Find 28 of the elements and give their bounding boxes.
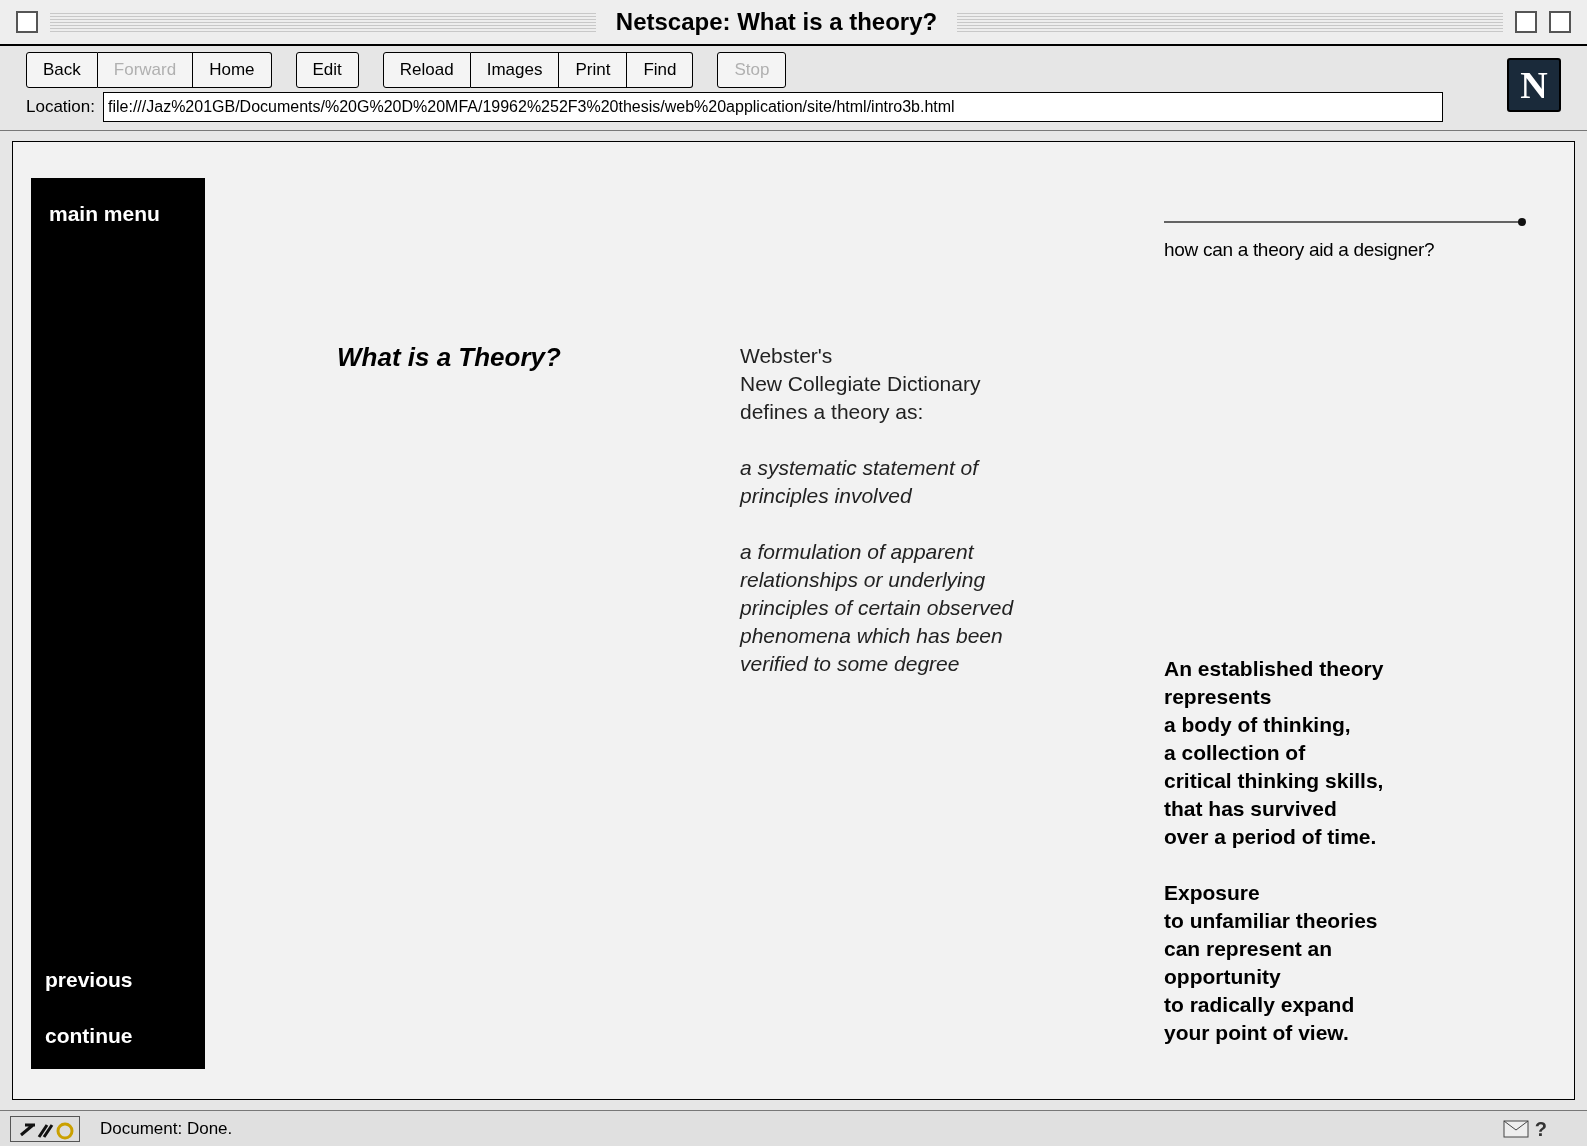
collapse-box-icon[interactable] [1549, 11, 1571, 33]
security-key-icon[interactable] [10, 1115, 80, 1142]
location-field[interactable]: file:///Jaz%201GB/Documents/%20G%20D%20MFA/19962%252F3%20thesis/web%20application/site/html/intro3b.html [103, 92, 1443, 122]
main-menu-link[interactable]: main menu [49, 198, 191, 230]
aside-paragraph: Exposure to unfamiliar theories can represent an opportunity to radically expand your point of view. [1164, 879, 1379, 1046]
nav-link[interactable]: continue [45, 1019, 191, 1051]
close-box-icon[interactable] [16, 11, 38, 33]
toolbar-button[interactable]: Print [559, 52, 628, 88]
toolbar-button[interactable]: Reload [382, 52, 471, 88]
status-text: Document: Done. [100, 1117, 234, 1140]
netscape-logo[interactable]: N [1507, 58, 1561, 112]
location-label: Location: [26, 96, 95, 119]
window-title: Netscape: What is a theory? [614, 7, 939, 37]
definition-intro: Webster's New Collegiate Dictionary defines a theory as: [740, 343, 982, 425]
toolbar-button[interactable]: Images [470, 52, 560, 88]
help-icon[interactable]: ? [1534, 1113, 1547, 1144]
nav-link[interactable]: previous [45, 964, 191, 996]
zoom-box-icon[interactable] [1515, 11, 1537, 33]
toolbar-button[interactable]: Back [26, 52, 98, 88]
designer-question-link[interactable]: how can a theory aid a designer? [1164, 236, 1574, 265]
toolbar-button[interactable]: Edit [295, 52, 359, 88]
mail-icon[interactable] [1502, 1119, 1529, 1138]
page-heading: What is a Theory? [337, 342, 561, 372]
definition-text: a systematic statement of principles involved [740, 455, 981, 509]
aside-paragraph: An established theory represents a body of thinking, a collection of critical thinking skills, that has survived over a period of time. [1164, 655, 1385, 850]
toolbar-button[interactable]: Home [193, 52, 272, 88]
toolbar-button[interactable]: Find [627, 52, 694, 88]
definition-text: a formulation of apparent relationships or underlying principles of certain observed phenomena which has been verified to some degree [740, 539, 1015, 677]
